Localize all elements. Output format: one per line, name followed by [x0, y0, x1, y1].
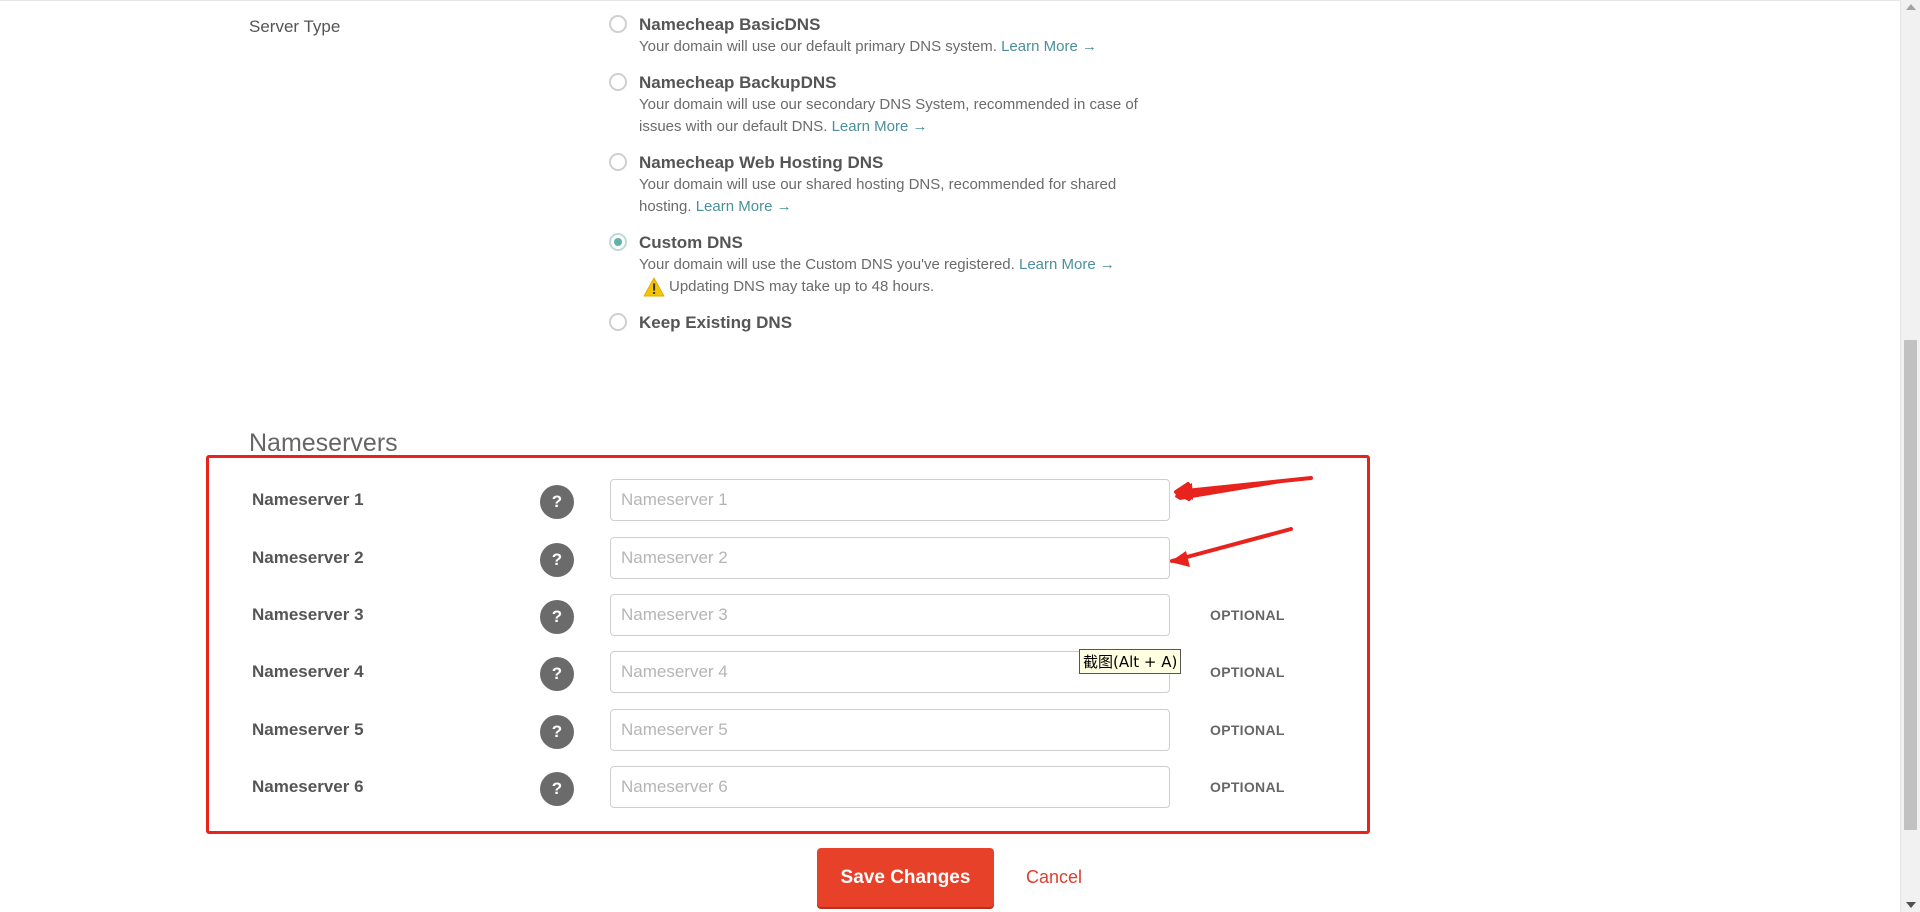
- scrollbar-thumb[interactable]: [1904, 340, 1917, 830]
- nameserver-2-input[interactable]: [610, 537, 1170, 579]
- option-title: Namecheap Web Hosting DNS: [639, 153, 884, 172]
- option-keep-existing-dns[interactable]: Keep Existing DNS: [609, 312, 1169, 334]
- vertical-scrollbar[interactable]: [1900, 0, 1920, 912]
- learn-more-link[interactable]: Learn More →: [696, 198, 792, 215]
- warning-icon: [643, 277, 665, 297]
- option-description: Your domain will use our secondary DNS S…: [639, 94, 1169, 138]
- radio-basicdns[interactable]: [609, 15, 627, 33]
- scroll-up-icon[interactable]: [1906, 4, 1916, 10]
- help-icon[interactable]: ?: [540, 657, 574, 691]
- nameserver-label: Nameserver 6: [252, 777, 364, 796]
- help-icon[interactable]: ?: [540, 600, 574, 634]
- nameserver-6-input[interactable]: [610, 766, 1170, 808]
- warning-text: Updating DNS may take up to 48 hours.: [669, 278, 935, 295]
- nameserver-row-5: Nameserver 5 ? OPTIONAL: [209, 709, 1367, 753]
- radio-custom-dns[interactable]: [609, 233, 627, 251]
- option-title: Namecheap BasicDNS: [639, 15, 821, 34]
- help-icon[interactable]: ?: [540, 772, 574, 806]
- radio-webhosting-dns[interactable]: [609, 153, 627, 171]
- radio-backupdns[interactable]: [609, 73, 627, 91]
- option-webhosting-dns[interactable]: Namecheap Web Hosting DNS Your domain wi…: [609, 152, 1169, 218]
- option-description: Your domain will use our shared hosting …: [639, 174, 1169, 218]
- scroll-down-icon[interactable]: [1906, 902, 1916, 908]
- nameserver-label: Nameserver 4: [252, 662, 364, 681]
- nameserver-label: Nameserver 3: [252, 605, 364, 624]
- option-description: Your domain will use the Custom DNS you'…: [639, 254, 1169, 276]
- server-type-options: Namecheap BasicDNS Your domain will use …: [609, 14, 1169, 348]
- optional-tag: OPTIONAL: [1210, 607, 1285, 623]
- nameserver-label: Nameserver 2: [252, 548, 364, 567]
- nameserver-row-6: Nameserver 6 ? OPTIONAL: [209, 766, 1367, 810]
- option-title: Custom DNS: [639, 233, 743, 252]
- optional-tag: OPTIONAL: [1210, 664, 1285, 680]
- option-basicdns[interactable]: Namecheap BasicDNS Your domain will use …: [609, 14, 1169, 58]
- nameserver-5-input[interactable]: [610, 709, 1170, 751]
- option-description: Your domain will use our default primary…: [639, 36, 1169, 58]
- cancel-link[interactable]: Cancel: [1026, 867, 1082, 888]
- nameserver-row-3: Nameserver 3 ? OPTIONAL: [209, 594, 1367, 638]
- option-backupdns[interactable]: Namecheap BackupDNS Your domain will use…: [609, 72, 1169, 138]
- nameserver-row-4: Nameserver 4 ? OPTIONAL: [209, 651, 1367, 695]
- server-type-label: Server Type: [249, 17, 341, 36]
- option-desc-text: Your domain will use our default primary…: [639, 38, 997, 55]
- nameserver-row-1: Nameserver 1 ?: [209, 479, 1367, 523]
- learn-more-link[interactable]: Learn More →: [1001, 38, 1097, 55]
- option-title: Namecheap BackupDNS: [639, 73, 837, 92]
- help-icon[interactable]: ?: [540, 715, 574, 749]
- help-icon[interactable]: ?: [540, 543, 574, 577]
- nameserver-row-2: Nameserver 2 ?: [209, 537, 1367, 581]
- option-desc-text: Your domain will use the Custom DNS you'…: [639, 256, 1015, 273]
- optional-tag: OPTIONAL: [1210, 722, 1285, 738]
- nameserver-1-input[interactable]: [610, 479, 1170, 521]
- screenshot-tooltip: 截图(Alt + A): [1079, 649, 1182, 674]
- nameserver-label: Nameserver 5: [252, 720, 364, 739]
- radio-keep-existing-dns[interactable]: [609, 313, 627, 331]
- nameserver-3-input[interactable]: [610, 594, 1170, 636]
- optional-tag: OPTIONAL: [1210, 779, 1285, 795]
- help-icon[interactable]: ?: [540, 485, 574, 519]
- top-divider: [0, 0, 1900, 1]
- learn-more-link[interactable]: Learn More →: [1019, 256, 1115, 273]
- nameserver-label: Nameserver 1: [252, 490, 364, 509]
- option-custom-dns[interactable]: Custom DNS Your domain will use the Cust…: [609, 232, 1169, 298]
- nameservers-heading: Nameservers: [249, 428, 398, 457]
- dns-warning: Updating DNS may take up to 48 hours.: [643, 276, 1169, 298]
- nameservers-highlight-box: Nameserver 1 ? Nameserver 2 ? Nameserver…: [206, 455, 1370, 834]
- save-changes-button[interactable]: Save Changes: [817, 848, 994, 907]
- learn-more-link[interactable]: Learn More →: [832, 118, 928, 135]
- option-title: Keep Existing DNS: [639, 313, 793, 332]
